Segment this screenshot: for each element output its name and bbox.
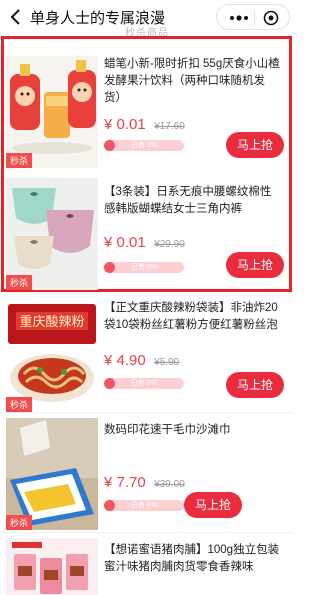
sold-percent: 已售 0% [130,264,158,271]
product-image-juice[interactable]: 秒杀 [6,56,98,168]
sold-progress-bar: 已售 0% [104,262,184,273]
original-price: ¥39.00 [154,479,185,490]
flash-sale-tag: 秒杀 [6,515,33,530]
sold-progress-bar: 已售 6% [104,500,184,511]
product-name[interactable]: 数码印花速干毛巾沙滩巾 [104,422,280,439]
product-item[interactable]: 【想诺蜜语猪肉脯】100g独立包装蜜汁味猪肉脯肉货零食香辣味 [0,538,294,595]
product-name[interactable]: 【正文重庆酸辣粉袋装】非油炸20袋10袋粉丝红薯粉方便红薯粉丝泡 [104,300,280,334]
package-title: 重庆酸辣粉 [19,314,84,330]
sold-percent: 已售 1% [130,142,158,149]
buy-now-button[interactable]: 马上抢 [226,132,284,158]
flash-sale-tag: 秒杀 [6,397,33,412]
sold-percent: 已售 6% [130,502,158,509]
product-image-towel[interactable]: 秒杀 [6,418,98,530]
price-row: ¥ 0.01 ¥17.60 [104,116,185,134]
sale-price: ¥ 4.90 [104,352,146,369]
product-name[interactable]: 【3条装】日系无痕中腰螺纹棉性感韩版蝴蝶结女士三角内裤 [104,184,280,218]
price-row: ¥ 4.90 ¥5.90 [104,352,179,370]
product-item[interactable]: 秒杀 数码印花速干毛巾沙滩巾 ¥ 7.70 ¥39.00 已售 6% 马上抢 [0,418,294,540]
original-price: ¥17.60 [154,121,185,132]
original-price: ¥29.90 [154,239,185,250]
product-image-noodles[interactable]: 重庆酸辣粉 秒杀 [6,300,98,412]
buy-now-button[interactable]: 马上抢 [226,372,284,398]
divider [0,412,294,413]
sale-price: ¥ 0.01 [104,116,146,133]
flash-sale-tag: 秒杀 [6,153,33,168]
product-item[interactable]: 秒杀 【3条装】日系无痕中腰螺纹棉性感韩版蝴蝶结女士三角内裤 ¥ 0.01 ¥2… [0,178,294,300]
original-price: ¥5.90 [154,357,180,368]
buy-now-button[interactable]: 马上抢 [184,492,242,518]
product-item[interactable]: 秒杀 蜡笔小新-限时折扣 55g厌食小山楂发酵果汁饮料（两种口味随机发货） ¥ … [0,56,294,178]
divider [0,532,294,533]
product-name[interactable]: 【想诺蜜语猪肉脯】100g独立包装蜜汁味猪肉脯肉货零食香辣味 [104,542,280,576]
price-row: ¥ 0.01 ¥29.90 [104,234,185,252]
sold-progress-bar: 已售 0% [104,378,184,389]
sold-percent: 已售 0% [130,380,158,387]
price-row: ¥ 7.70 ¥39.00 [104,474,185,492]
product-item[interactable]: 重庆酸辣粉 秒杀 【正文重庆酸辣粉袋装】非油炸20袋10袋粉丝红薯粉方便红薯粉丝… [0,300,294,422]
product-name[interactable]: 蜡笔小新-限时折扣 55g厌食小山楂发酵果汁饮料（两种口味随机发货） [104,56,280,107]
flash-sale-tag: 秒杀 [6,275,33,290]
sale-price: ¥ 7.70 [104,474,146,491]
buy-now-button[interactable]: 马上抢 [226,252,284,278]
product-image-pork-jerky[interactable] [6,538,98,595]
sale-price: ¥ 0.01 [104,234,146,251]
capsule-separator [254,11,255,25]
product-image-underwear[interactable]: 秒杀 [6,178,98,290]
sold-progress-bar: 已售 1% [104,140,184,151]
